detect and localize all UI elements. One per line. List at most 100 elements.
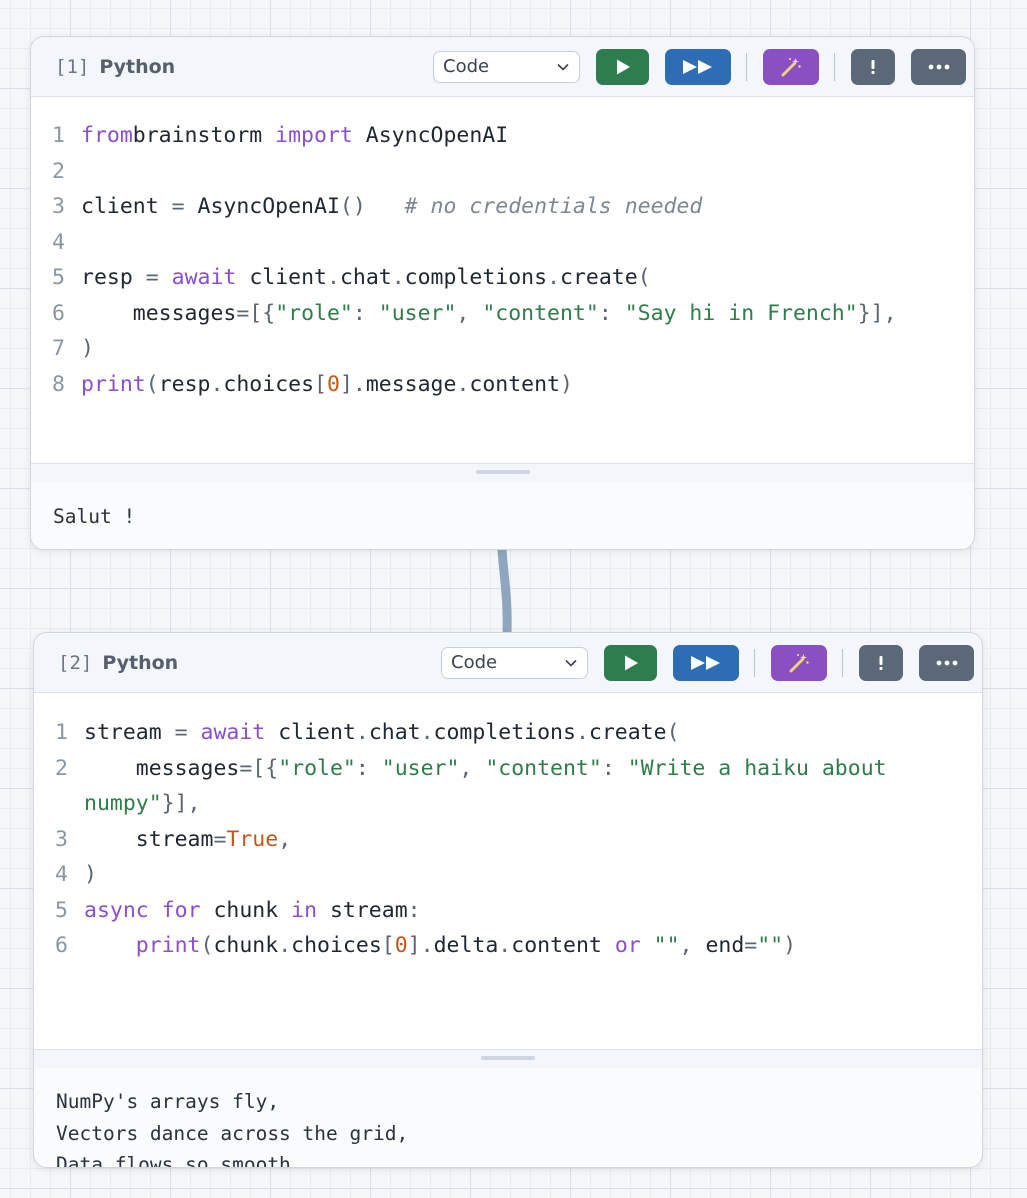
code-token: "user"	[378, 300, 457, 326]
fast-forward-icon	[691, 655, 720, 670]
code-token: resp	[158, 371, 211, 397]
code-token: messages	[81, 300, 237, 326]
code-token: or	[614, 933, 641, 958]
code-token: .	[355, 720, 369, 745]
output-resize-handle[interactable]	[31, 463, 974, 482]
line-number: 5	[52, 265, 65, 290]
line-number: 2	[55, 755, 68, 781]
line-number: 5	[55, 897, 68, 923]
cell-execution-count: [2]	[58, 651, 93, 674]
code-token: choices	[223, 371, 315, 397]
notebook-cell-1[interactable]: [1] Python Code 1 frombrainstorm import …	[30, 36, 975, 550]
code-token: completions	[404, 265, 548, 290]
code-token: chat	[368, 720, 421, 745]
code-token: choices	[291, 933, 382, 958]
exclamation-icon	[871, 59, 875, 74]
run-cell-button[interactable]	[604, 644, 657, 681]
code-line: 4)	[34, 857, 962, 893]
code-token: "content"	[485, 755, 602, 781]
code-token: "role"	[278, 755, 356, 781]
more-options-button[interactable]	[911, 48, 966, 85]
run-cell-button[interactable]	[596, 48, 649, 85]
cell-type-select[interactable]: Code	[441, 646, 588, 679]
code-token: }],	[857, 300, 897, 326]
output-resize-handle[interactable]	[34, 1049, 982, 1068]
code-token: from	[81, 123, 133, 148]
code-token: ].	[339, 371, 366, 397]
code-token: print	[81, 371, 146, 397]
more-options-button[interactable]	[919, 644, 974, 681]
code-token: .	[547, 265, 561, 290]
code-token: .	[575, 720, 589, 745]
cell-type-select[interactable]: Code	[433, 50, 580, 83]
code-token: (	[145, 371, 159, 397]
notebook-cell-2[interactable]: [2] Python Code 1 stream = await client.…	[33, 632, 983, 1168]
code-token: .	[326, 265, 340, 290]
code-token: }],	[161, 791, 201, 816]
code-token: :	[352, 300, 379, 326]
code-token: ""	[653, 933, 680, 958]
code-token: await	[200, 720, 266, 745]
code-token: )	[81, 336, 94, 361]
code-token: import	[275, 123, 353, 148]
code-editor[interactable]: 1 frombrainstorm import AsyncOpenAI 2 3 cli…	[31, 97, 974, 463]
code-token: chat	[339, 265, 392, 290]
cell-language: Python	[99, 55, 176, 78]
run-all-below-button[interactable]	[665, 48, 731, 85]
drag-handle[interactable]	[481, 1056, 535, 1060]
code-line: 1 stream = await client.chat.completions.…	[34, 715, 962, 751]
code-token: =	[174, 720, 188, 745]
ai-assist-button[interactable]	[771, 644, 827, 681]
code-token: :	[355, 755, 382, 781]
code-line: 3 stream=True,	[34, 822, 962, 858]
code-token: :	[407, 897, 421, 923]
code-line: 3 client = AsyncOpenAI() # no credentials…	[31, 189, 954, 225]
code-token: "content"	[482, 300, 599, 326]
code-token: in	[291, 897, 318, 923]
code-token: (	[637, 265, 651, 290]
code-token: =[{	[239, 755, 279, 781]
cell-info-button[interactable]	[859, 644, 903, 681]
code-line: 2	[31, 154, 954, 190]
toolbar-separator	[834, 52, 835, 81]
code-token: )	[84, 862, 97, 887]
ai-assist-button[interactable]	[763, 48, 819, 85]
code-token: client	[81, 194, 172, 219]
code-editor[interactable]: 1 stream = await client.chat.completions.…	[34, 693, 982, 1049]
code-token: )	[560, 371, 573, 397]
line-number: 6	[55, 933, 68, 958]
code-token: "user"	[381, 755, 460, 781]
code-token: stream	[84, 720, 175, 745]
play-icon	[616, 59, 630, 74]
code-text: )	[84, 857, 962, 893]
code-token: ()	[339, 194, 366, 219]
fast-forward-icon	[683, 59, 712, 74]
run-all-below-button[interactable]	[673, 644, 739, 681]
code-line: 6 messages=[{"role": "user", "content": …	[31, 296, 954, 332]
cell-type-value: Code	[443, 56, 490, 77]
code-text: stream=True,	[84, 822, 962, 858]
line-number: 4	[55, 862, 68, 887]
code-token: ,	[459, 755, 486, 781]
code-token: (	[200, 933, 214, 958]
code-text: print(chunk.choices[0].delta.content or …	[84, 928, 962, 964]
code-text: messages=[{"role": "user", "content": "W…	[84, 751, 962, 822]
line-number: 1	[52, 123, 65, 148]
drag-handle[interactable]	[475, 470, 530, 474]
toolbar-separator	[842, 648, 843, 677]
code-token: =[{	[236, 300, 276, 326]
code-text: stream = await client.chat.completions.c…	[84, 715, 962, 751]
code-token: create	[560, 265, 638, 290]
ellipsis-icon	[936, 660, 957, 665]
code-token: "role"	[275, 300, 353, 326]
cell-info-button[interactable]	[851, 48, 895, 85]
code-token: ].	[407, 933, 434, 958]
code-token: (	[666, 720, 680, 745]
chevron-down-icon	[557, 63, 569, 71]
code-token: True	[226, 826, 279, 852]
magic-wand-icon	[789, 653, 809, 672]
code-token: .	[498, 933, 512, 958]
code-token: await	[171, 265, 237, 290]
